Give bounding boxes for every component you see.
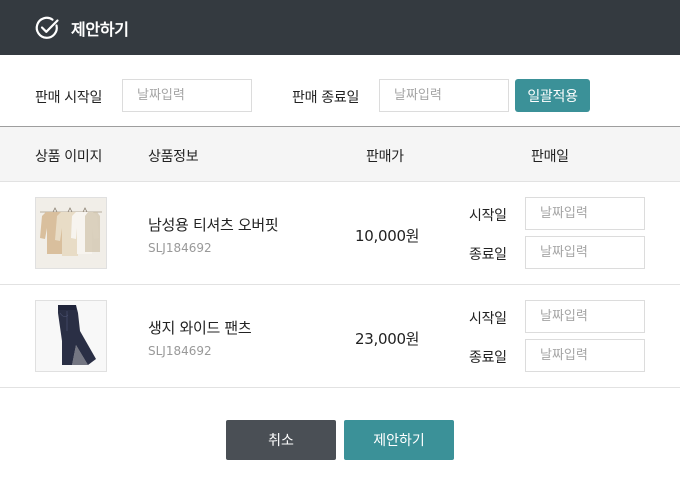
column-header-product-info: 상품정보 <box>148 149 199 165</box>
row-end-date-label: 종료일 <box>469 350 507 366</box>
product-name: 생지 와이드 팬츠 <box>148 319 252 337</box>
sale-start-date-input[interactable] <box>122 79 252 112</box>
product-thumbnail[interactable] <box>35 300 107 372</box>
row-start-date-input[interactable] <box>525 300 645 333</box>
row-end-date-label: 종료일 <box>469 247 507 263</box>
modal-header: 제안하기 <box>0 0 680 55</box>
modal-title: 제안하기 <box>71 19 129 39</box>
jeans-image <box>36 301 106 371</box>
check-circle-icon <box>35 16 59 39</box>
row-start-date-label: 시작일 <box>469 311 507 327</box>
product-name: 남성용 티셔츠 오버핏 <box>148 216 279 234</box>
row-start-date-input[interactable] <box>525 197 645 230</box>
product-code: SLJ184692 <box>148 344 212 358</box>
column-header-price: 판매가 <box>366 149 404 165</box>
product-price: 10,000원 <box>355 227 420 245</box>
table-row: 남성용 티셔츠 오버핏 SLJ184692 10,000원 시작일 종료일 <box>0 182 680 285</box>
table-header: 상품 이미지 상품정보 판매가 판매일 <box>0 126 680 182</box>
clothing-rack-image <box>36 198 106 268</box>
cancel-button[interactable]: 취소 <box>226 420 336 460</box>
sale-end-date-input[interactable] <box>379 79 509 112</box>
row-end-date-input[interactable] <box>525 236 645 269</box>
modal-footer: 취소 제안하기 <box>0 420 680 460</box>
product-price: 23,000원 <box>355 330 420 348</box>
bulk-apply-button[interactable]: 일괄적용 <box>515 79 590 112</box>
submit-proposal-button[interactable]: 제안하기 <box>344 420 454 460</box>
sale-period-row: 판매 시작일 판매 종료일 일괄적용 <box>0 79 680 112</box>
row-start-date-label: 시작일 <box>469 208 507 224</box>
column-header-sale-date: 판매일 <box>531 149 569 165</box>
sale-end-label: 판매 종료일 <box>292 90 360 106</box>
product-code: SLJ184692 <box>148 241 212 255</box>
row-end-date-input[interactable] <box>525 339 645 372</box>
sale-start-label: 판매 시작일 <box>35 90 103 106</box>
column-header-image: 상품 이미지 <box>35 149 103 165</box>
table-row: 생지 와이드 팬츠 SLJ184692 23,000원 시작일 종료일 <box>0 285 680 388</box>
product-thumbnail[interactable] <box>35 197 107 269</box>
